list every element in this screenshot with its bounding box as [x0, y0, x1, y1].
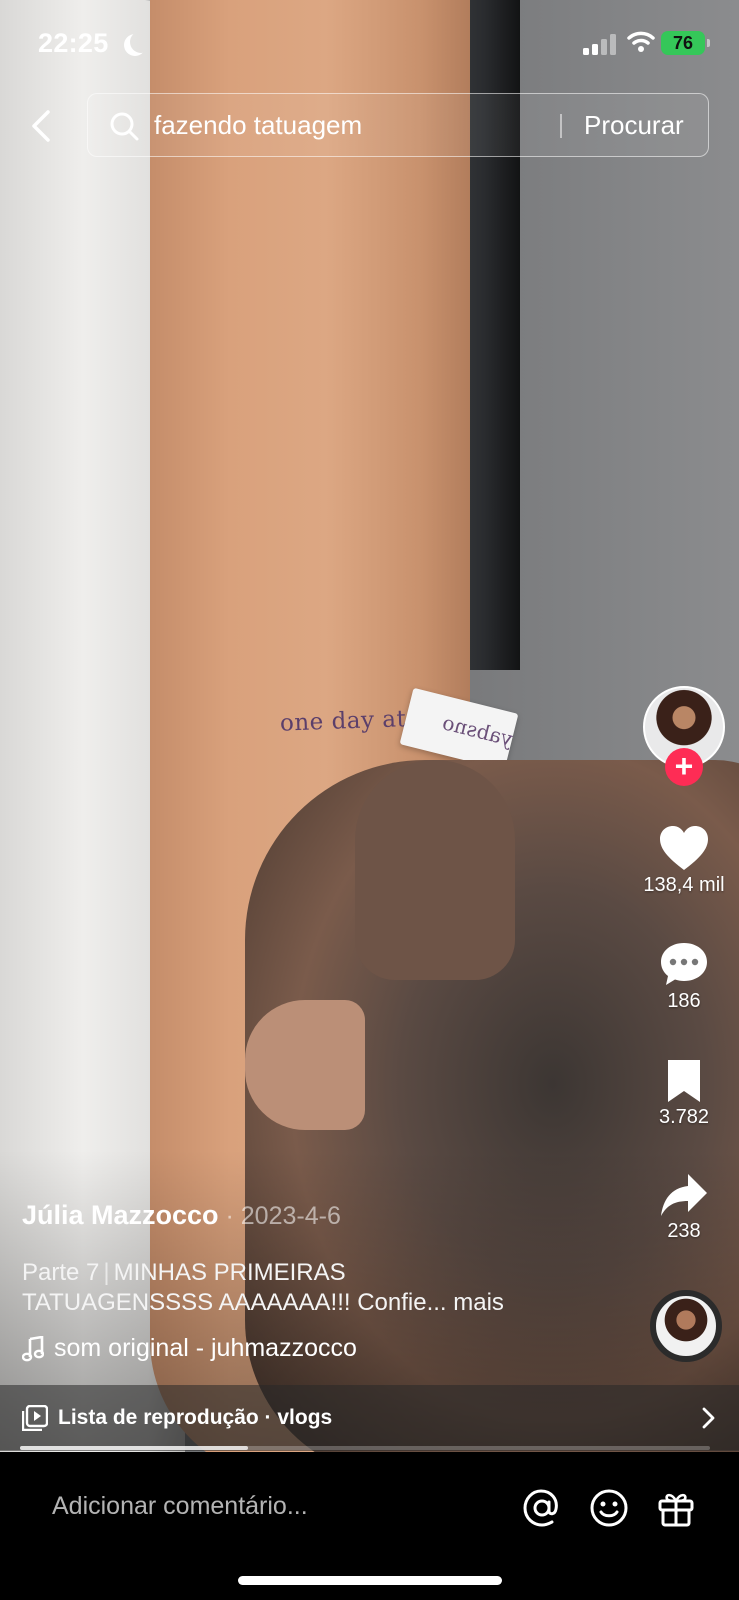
playlist-icon: [22, 1405, 48, 1431]
search-button[interactable]: Procurar: [584, 110, 684, 141]
share-button[interactable]: 238: [626, 1172, 739, 1243]
sound-link[interactable]: som original - juhmazzocco: [22, 1334, 357, 1363]
search-query[interactable]: fazendo tatuagem: [154, 110, 362, 141]
cellular-signal-icon: [583, 33, 617, 55]
gift-icon[interactable]: [656, 1488, 696, 1528]
search-bar[interactable]: fazendo tatuagem Procurar: [87, 93, 709, 157]
comment-button[interactable]: 186: [626, 940, 739, 1013]
sound-disc-avatar[interactable]: [650, 1290, 722, 1362]
status-time: 22:25: [38, 28, 109, 58]
playlist-label: Lista de reprodução · vlogs: [58, 1406, 333, 1429]
music-note-icon: [22, 1335, 44, 1361]
comment-input[interactable]: Adicionar comentário...: [52, 1492, 308, 1521]
part-label: Parte 7: [22, 1259, 100, 1286]
like-count: 138,4 mil: [643, 874, 725, 896]
back-icon[interactable]: [24, 104, 60, 148]
video-progress-bar[interactable]: [20, 1446, 710, 1450]
video-progress-fill: [20, 1446, 248, 1450]
status-bar: 22:25 76: [0, 0, 739, 88]
bookmark-count: 3.782: [658, 1106, 710, 1128]
emoji-icon[interactable]: [589, 1488, 629, 1528]
description-line-1: MINHAS PRIMEIRAS: [113, 1259, 346, 1286]
search-divider: [560, 114, 562, 138]
chevron-right-icon: [702, 1407, 715, 1429]
like-button[interactable]: 138,4 mil: [626, 824, 739, 897]
playlist-bar[interactable]: Lista de reprodução · vlogs: [0, 1385, 739, 1451]
battery-indicator: 76: [661, 31, 710, 55]
author-name[interactable]: Júlia Mazzocco: [22, 1200, 219, 1230]
sound-name: som original - juhmazzocco: [54, 1334, 357, 1362]
share-count: 238: [667, 1220, 701, 1242]
mention-icon[interactable]: [522, 1488, 562, 1528]
search-icon: [110, 112, 139, 141]
stencil-text: yabsno: [440, 710, 516, 751]
comment-count: 186: [667, 990, 701, 1012]
share-icon: [661, 1174, 707, 1216]
wifi-icon: [627, 31, 655, 52]
part-separator: |: [103, 1259, 110, 1286]
do-not-disturb-moon-icon: [130, 31, 152, 53]
bookmark-button[interactable]: 3.782: [626, 1058, 739, 1129]
post-date: · 2023-4-6: [218, 1202, 341, 1230]
bookmark-icon: [668, 1060, 700, 1102]
comment-icon: [661, 943, 707, 985]
battery-level: 76: [672, 33, 694, 53]
home-indicator: [238, 1576, 502, 1585]
post-description[interactable]: Parte 7 | MINHAS PRIMEIRAS TATUAGENSSSS AA…: [22, 1258, 622, 1318]
heart-icon: [660, 826, 708, 870]
description-line-2: TATUAGENSSSS AAAAAAA!!! Confie... mais: [22, 1289, 504, 1316]
follow-plus-button[interactable]: +: [665, 748, 703, 786]
post-header: Júlia Mazzocco · 2023-4-6: [22, 1200, 622, 1231]
